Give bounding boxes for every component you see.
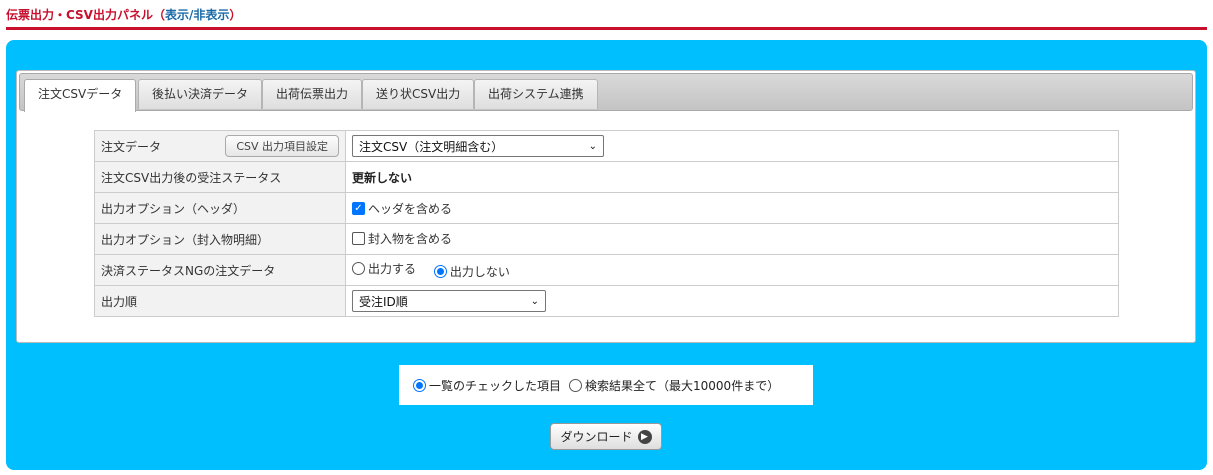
sort-order-label: 出力順 — [94, 285, 346, 317]
radio-unselected-icon[interactable] — [569, 378, 583, 392]
arrow-right-circle-icon: ▶ — [637, 429, 652, 444]
toggle-visibility-link[interactable]: 表示/非表示 — [165, 8, 229, 22]
radio-unselected-icon[interactable] — [352, 262, 365, 275]
radio-checked-items-label: 一覧のチェックした項目 — [429, 378, 562, 393]
export-panel: 注文CSVデータ 後払い決済データ 出荷伝票出力 送り状CSV出力 出荷システム… — [6, 40, 1207, 470]
download-button[interactable]: ダウンロード ▶ — [550, 423, 662, 450]
enclosure-checkbox-label: 封入物を含める — [368, 232, 453, 246]
radio-all-results-label: 検索結果全て（最大10000件まで） — [585, 378, 780, 393]
enclosure-option-label: 出力オプション（封入物明細） — [94, 223, 346, 255]
header-checkbox[interactable]: ✓ ヘッダを含める — [352, 200, 452, 217]
row-order-data: 注文データ CSV 出力項目設定 注文CSV（注文明細含む） ⌄ — [94, 130, 1119, 162]
panel-header: 伝票出力・CSV出力パネル（表示/非表示） — [6, 6, 241, 24]
status-after-value: 更新しない — [352, 170, 413, 185]
panel-title: 伝票出力・CSV出力パネル — [6, 8, 153, 22]
csv-settings-button[interactable]: CSV 出力項目設定 — [225, 135, 339, 157]
radio-no-output[interactable]: 出力しない — [433, 263, 510, 280]
row-status-after: 注文CSV出力後の受注ステータス 更新しない — [94, 161, 1119, 193]
checkbox-checked-icon[interactable]: ✓ — [352, 201, 365, 215]
row-payment-ng: 決済ステータスNGの注文データ 出力する 出力しない — [94, 254, 1119, 286]
row-sort-order: 出力順 受注ID順 ⌄ — [94, 285, 1119, 317]
header-option-label: 出力オプション（ヘッダ） — [94, 192, 346, 224]
radio-checked-items[interactable]: 一覧のチェックした項目 — [413, 377, 561, 394]
options-table: 注文データ CSV 出力項目設定 注文CSV（注文明細含む） ⌄ 注文CSV出力… — [94, 130, 1119, 317]
payment-ng-label: 決済ステータスNGの注文データ — [94, 254, 346, 286]
paren-close: ） — [229, 8, 242, 22]
header-rule — [6, 27, 1207, 30]
radio-no-output-label: 出力しない — [449, 265, 510, 279]
status-after-label: 注文CSV出力後の受注ステータス — [94, 161, 346, 193]
order-data-select-value: 注文CSV（注文明細含む） — [359, 139, 504, 154]
tab-deferred-payment[interactable]: 後払い決済データ — [138, 79, 263, 109]
row-header-option: 出力オプション（ヘッダ） ✓ ヘッダを含める — [94, 192, 1119, 224]
header-checkbox-label: ヘッダを含める — [368, 201, 453, 216]
tab-order-csv[interactable]: 注文CSVデータ — [24, 79, 137, 112]
order-data-label: 注文データ — [101, 139, 162, 154]
tab-shipping-system[interactable]: 出荷システム連携 — [474, 79, 598, 109]
checkbox-unchecked-icon[interactable] — [352, 232, 365, 245]
radio-output-label: 出力する — [368, 262, 417, 276]
chevron-down-icon: ⌄ — [588, 140, 597, 152]
enclosure-checkbox[interactable]: 封入物を含める — [352, 230, 452, 247]
sort-order-select[interactable]: 受注ID順 ⌄ — [352, 290, 546, 312]
tab-shipping-slip[interactable]: 出荷伝票出力 — [262, 79, 363, 109]
tab-invoice-csv[interactable]: 送り状CSV出力 — [362, 79, 475, 109]
paren-open: （ — [152, 8, 165, 22]
output-scope: 一覧のチェックした項目 検索結果全て（最大10000件まで） — [399, 365, 813, 405]
chevron-down-icon: ⌄ — [530, 295, 539, 307]
radio-output[interactable]: 出力する — [352, 260, 416, 277]
tab-bar: 注文CSVデータ 後払い決済データ 出荷伝票出力 送り状CSV出力 出荷システム… — [19, 73, 1193, 112]
radio-selected-icon[interactable] — [413, 378, 426, 392]
sort-order-select-value: 受注ID順 — [359, 294, 408, 309]
order-data-select[interactable]: 注文CSV（注文明細含む） ⌄ — [352, 135, 604, 157]
radio-all-results[interactable]: 検索結果全て（最大10000件まで） — [569, 377, 779, 394]
download-label: ダウンロード — [560, 430, 633, 444]
tab-container: 注文CSVデータ 後払い決済データ 出荷伝票出力 送り状CSV出力 出荷システム… — [16, 70, 1196, 343]
row-enclosure-option: 出力オプション（封入物明細） 封入物を含める — [94, 223, 1119, 255]
radio-selected-icon[interactable] — [433, 265, 447, 278]
